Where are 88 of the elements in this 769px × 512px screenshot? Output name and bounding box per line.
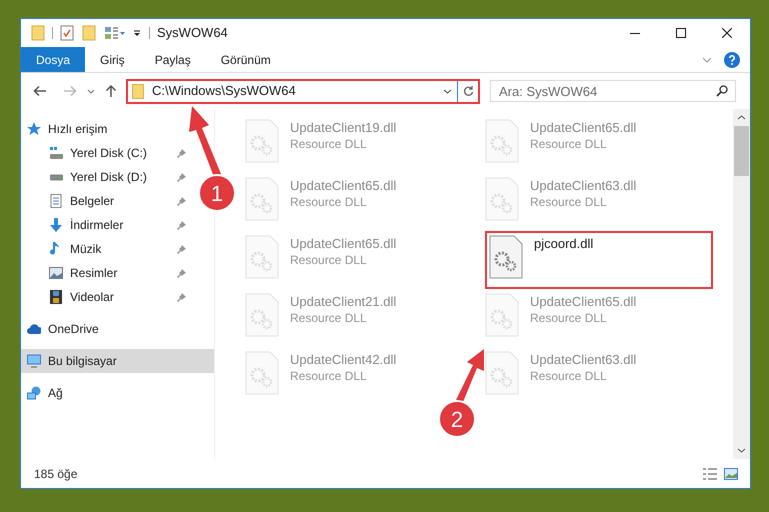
cloud-icon — [27, 322, 41, 336]
scrollbar-thumb[interactable] — [734, 126, 749, 176]
file-type: Resource DLL — [530, 136, 608, 153]
pin-icon[interactable] — [177, 220, 186, 230]
sidebar-item[interactable]: Bu bilgisayar — [21, 349, 214, 373]
file-type: Resource DLL — [290, 136, 368, 153]
file-item[interactable]: pjcoord.dll — [485, 231, 713, 289]
film-icon — [49, 290, 63, 304]
ribbon-tab[interactable]: Görünüm — [206, 47, 286, 72]
pin-icon[interactable] — [177, 196, 186, 206]
gear-file-icon — [489, 235, 523, 279]
file-name: UpdateClient65.dll — [290, 235, 396, 252]
chevron-down-icon[interactable] — [443, 88, 452, 94]
gear-file-icon — [245, 351, 279, 395]
sidebar-item[interactable]: OneDrive — [21, 317, 192, 341]
star-icon — [27, 122, 41, 136]
file-type: Resource DLL — [290, 194, 368, 211]
file-name: UpdateClient65.dll — [290, 177, 396, 194]
picture-icon — [49, 266, 63, 280]
gear-file-icon — [485, 293, 519, 337]
back-arrow-icon[interactable] — [33, 85, 47, 97]
ribbon-tab[interactable]: Dosya — [21, 47, 86, 72]
network-icon — [27, 386, 41, 400]
maximize-icon — [676, 28, 686, 38]
item-count: 185 öğe — [34, 466, 78, 482]
drive-icon — [49, 174, 63, 180]
caret-icon[interactable] — [132, 28, 142, 38]
file-type: Resource DLL — [530, 368, 608, 385]
sidebar-item[interactable]: Hızlı erişim — [21, 117, 192, 141]
details-view-icon[interactable] — [702, 468, 718, 480]
sidebar-item[interactable]: Müzik — [21, 237, 192, 261]
file-type: Resource DLL — [290, 310, 368, 327]
file-name: UpdateClient65.dll — [530, 293, 636, 310]
sidebar-item[interactable]: Belgeler — [21, 189, 192, 213]
file-name: UpdateClient63.dll — [530, 177, 636, 194]
gear-file-icon — [245, 235, 279, 279]
pin-icon[interactable] — [177, 172, 186, 182]
file-type: Resource DLL — [290, 252, 368, 269]
annotation-arrow — [189, 106, 221, 177]
search-icon[interactable] — [716, 85, 728, 97]
chevron-down-icon[interactable] — [87, 88, 95, 94]
pin-icon[interactable] — [177, 148, 186, 158]
drive-icon — [49, 146, 63, 160]
chevron-up-icon[interactable] — [737, 115, 746, 120]
annotation-arrow — [456, 349, 484, 402]
sidebar-item[interactable]: Resimler — [21, 261, 192, 285]
gear-file-icon — [485, 351, 519, 395]
large-icons-view-icon[interactable] — [724, 468, 738, 480]
sidebar-item[interactable]: İndirmeler — [21, 213, 192, 237]
address-path: C:\Windows\SysWOW64 — [152, 82, 296, 100]
pin-icon[interactable] — [177, 268, 186, 278]
gear-file-icon — [485, 177, 519, 221]
address-bar[interactable]: C:\Windows\SysWOW64 — [126, 78, 480, 104]
ribbon-tab[interactable]: Giriş — [85, 47, 140, 72]
gear-file-icon — [485, 119, 519, 163]
sidebar-item[interactable]: Ağ — [21, 381, 192, 405]
file-name: pjcoord.dll — [534, 235, 594, 252]
sidebar-item[interactable]: Videolar — [21, 285, 192, 309]
monitor-icon — [27, 354, 41, 368]
view-layout-icon[interactable] — [104, 26, 126, 40]
chevron-down-icon[interactable] — [737, 448, 746, 453]
file-name: UpdateClient42.dll — [290, 351, 396, 368]
gear-file-icon — [245, 119, 279, 163]
pin-icon[interactable] — [177, 292, 186, 302]
up-arrow-icon[interactable] — [105, 84, 117, 98]
help-icon[interactable] — [724, 52, 740, 68]
ribbon-tab[interactable]: Paylaş — [140, 47, 206, 72]
file-name: UpdateClient65.dll — [530, 119, 636, 136]
scrollbar[interactable] — [733, 109, 750, 459]
down-arrow-icon — [49, 218, 63, 232]
file-type: Resource DLL — [290, 368, 368, 385]
sidebar-item[interactable]: Yerel Disk (D:) — [21, 165, 192, 189]
file-type: Resource DLL — [530, 310, 608, 327]
gear-file-icon — [245, 177, 279, 221]
search-field[interactable]: Ara: SysWOW64 — [490, 80, 736, 102]
close-icon — [722, 28, 732, 38]
document-icon — [49, 194, 63, 208]
folder-icon — [132, 84, 144, 98]
file-name: UpdateClient19.dll — [290, 119, 396, 136]
window-title: SysWOW64 — [157, 24, 228, 42]
file-type: Resource DLL — [530, 194, 608, 211]
properties-icon[interactable] — [60, 25, 74, 41]
refresh-icon — [462, 85, 474, 97]
pin-icon[interactable] — [177, 244, 186, 254]
gear-file-icon — [245, 293, 279, 337]
file-name: UpdateClient21.dll — [290, 293, 396, 310]
file-name: UpdateClient63.dll — [530, 351, 636, 368]
sidebar-item[interactable]: Yerel Disk (C:) — [21, 141, 192, 165]
